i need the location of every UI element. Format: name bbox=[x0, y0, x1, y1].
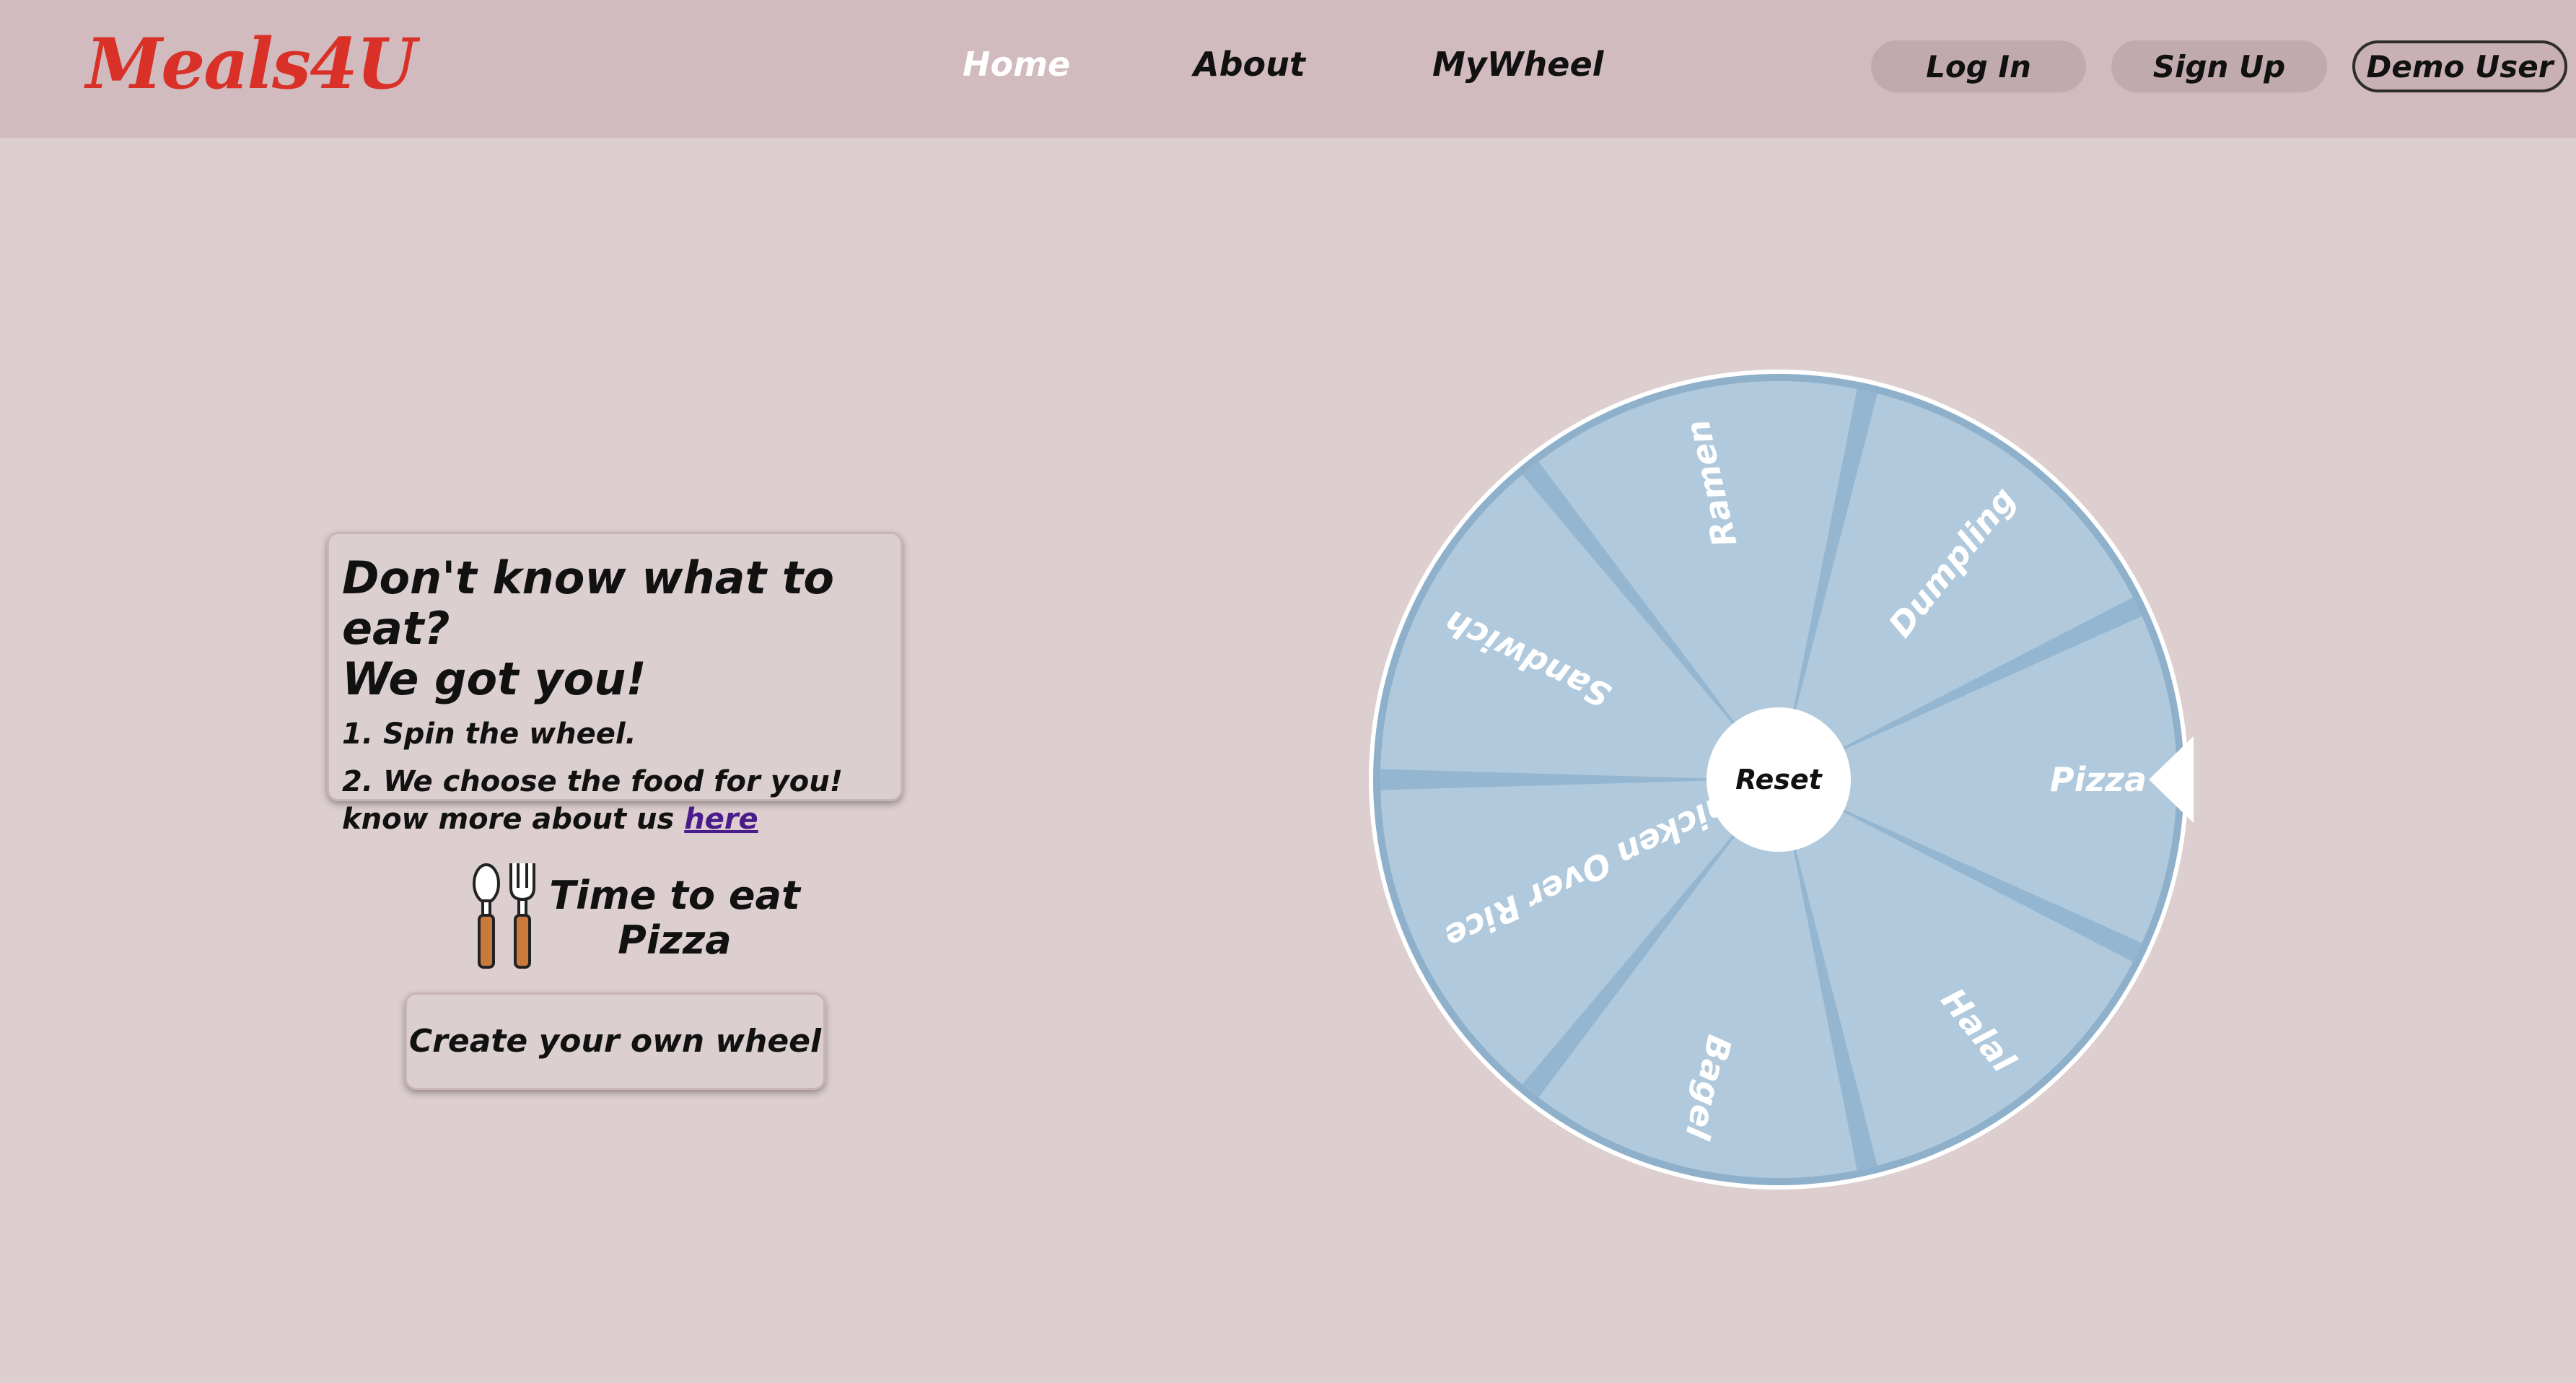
wheel-svg[interactable]: PizzaHalalBagelChicken Over RiceSandwich… bbox=[1364, 365, 2194, 1195]
nav-about-link[interactable]: About bbox=[1193, 45, 1305, 84]
result-text: Time to eat Pizza bbox=[548, 873, 801, 963]
intro-step-2: 2. We choose the food for you! bbox=[342, 765, 843, 798]
intro-more-text: know more about us bbox=[342, 803, 685, 836]
spin-wheel[interactable]: Pizza Halal Bagel Chicken Over Rice Sandwich… bbox=[1364, 365, 2194, 1195]
nav-mywheel-link[interactable]: MyWheel bbox=[1432, 45, 1603, 84]
wheel-segment-label: Pizza bbox=[2050, 760, 2147, 799]
nav-home-link[interactable]: Home bbox=[963, 45, 1070, 84]
top-navbar: Meals4U Home About MyWheel Log In Sign U… bbox=[0, 0, 2576, 138]
result-line1: Time to eat bbox=[549, 873, 800, 918]
about-here-link[interactable]: here bbox=[684, 803, 758, 836]
intro-card: Don't know what to eat? We got you! 1. S… bbox=[327, 532, 903, 836]
result-panel: Time to eat Pizza bbox=[469, 859, 801, 974]
login-button[interactable]: Log In bbox=[1871, 40, 2086, 92]
intro-heading-line1: Don't know what to eat? bbox=[342, 551, 834, 655]
reset-label[interactable]: Reset bbox=[1735, 764, 1823, 795]
intro-more: know more about us here bbox=[342, 801, 888, 837]
demo-user-button[interactable]: Demo User bbox=[2352, 40, 2567, 92]
intro-step-1: 1. Spin the wheel. bbox=[342, 717, 636, 751]
create-wheel-button[interactable]: Create your own wheel bbox=[405, 992, 825, 1090]
brand-logo[interactable]: Meals4U bbox=[86, 23, 417, 105]
intro-heading: Don't know what to eat? We got you! bbox=[342, 553, 888, 704]
result-food: Pizza bbox=[618, 917, 732, 963]
spoon-fork-icon bbox=[473, 863, 535, 969]
signup-button[interactable]: Sign Up bbox=[2111, 40, 2327, 92]
intro-heading-line2: We got you! bbox=[342, 653, 647, 705]
